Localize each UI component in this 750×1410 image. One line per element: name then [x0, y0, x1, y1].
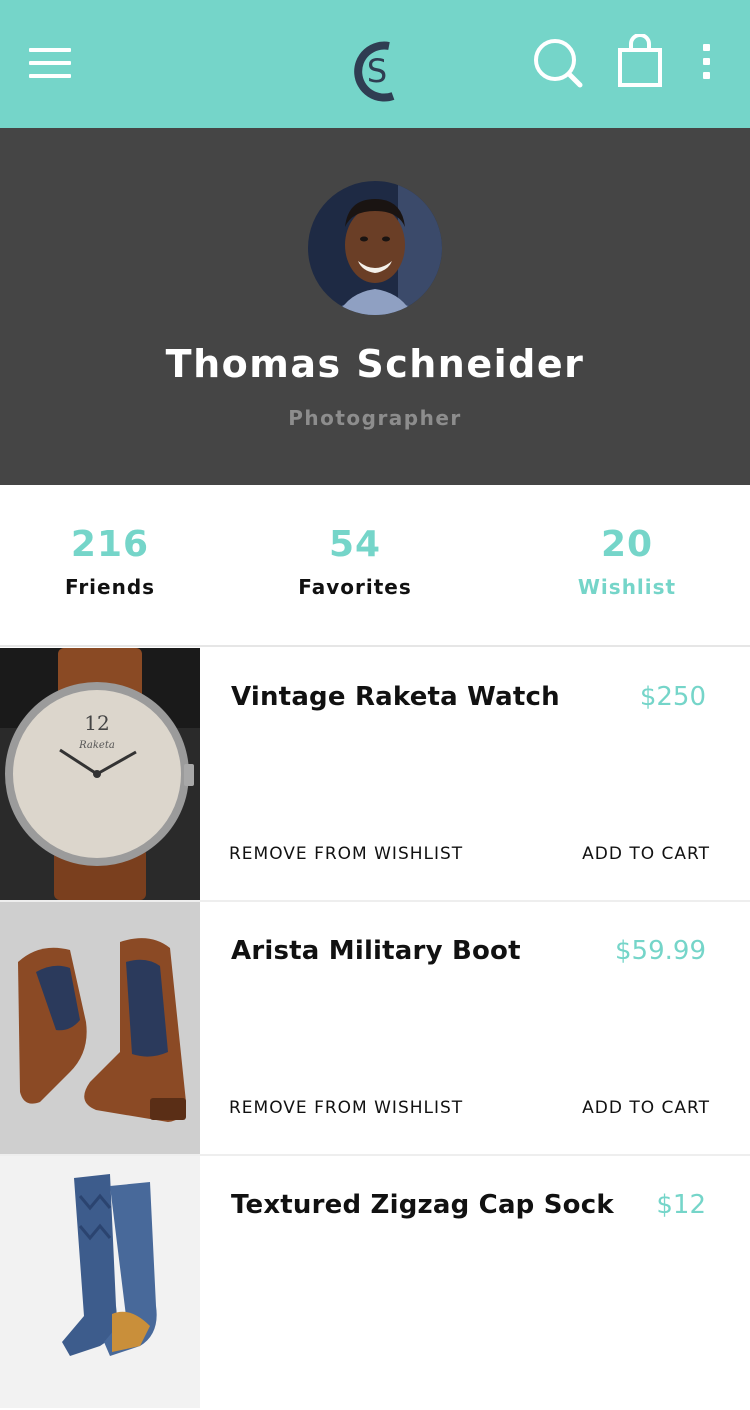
more-vertical-icon[interactable] — [700, 44, 714, 84]
product-title[interactable]: Textured Zigzag Cap Sock — [231, 1190, 614, 1220]
product-title[interactable]: Vintage Raketa Watch — [231, 682, 560, 712]
stats-bar: 216 Friends 54 Favorites 20 Wishlist — [0, 485, 750, 647]
user-avatar[interactable] — [308, 181, 442, 315]
svg-text:S: S — [367, 52, 387, 90]
stat-label: Friends — [64, 575, 156, 599]
stat-count: 54 — [328, 524, 382, 565]
product-price: $59.99 — [615, 936, 706, 966]
list-item: Textured Zigzag Cap Sock $12 — [0, 1156, 750, 1410]
svg-text:Raketa: Raketa — [78, 740, 115, 751]
shopping-bag-icon[interactable] — [616, 34, 664, 88]
stat-favorites[interactable]: 54 Favorites — [245, 523, 465, 599]
stat-label: Wishlist — [577, 575, 677, 599]
cs-logo-icon[interactable]: S — [349, 38, 405, 102]
stat-count: 216 — [70, 524, 150, 565]
remove-from-wishlist-button[interactable]: REMOVE FROM WISHLIST — [229, 844, 463, 864]
top-app-bar: S — [0, 0, 750, 128]
stat-count: 20 — [600, 524, 654, 565]
profile-name: Thomas Schneider — [165, 342, 585, 386]
add-to-cart-button[interactable]: ADD TO CART — [582, 1098, 710, 1118]
search-icon[interactable] — [533, 38, 583, 88]
stat-friends[interactable]: 216 Friends — [0, 523, 220, 599]
product-title[interactable]: Arista Military Boot — [231, 936, 521, 966]
stat-wishlist[interactable]: 20 Wishlist — [517, 523, 737, 599]
add-to-cart-button[interactable]: ADD TO CART — [582, 844, 710, 864]
product-price: $250 — [639, 682, 706, 712]
profile-header: Thomas Schneider Photographer — [0, 128, 750, 485]
list-item: 12 Raketa Vintage Raketa Watch $250 REMO… — [0, 648, 750, 902]
profile-role: Photographer — [288, 406, 462, 430]
boots-image[interactable] — [0, 902, 200, 1154]
product-price: $12 — [656, 1190, 706, 1220]
remove-from-wishlist-button[interactable]: REMOVE FROM WISHLIST — [229, 1098, 463, 1118]
svg-text:12: 12 — [84, 711, 109, 735]
hamburger-menu-icon[interactable] — [29, 48, 71, 80]
watch-image[interactable]: 12 Raketa — [0, 648, 200, 900]
list-item: Arista Military Boot $59.99 REMOVE FROM … — [0, 902, 750, 1156]
stat-label: Favorites — [298, 575, 412, 599]
socks-image[interactable] — [0, 1156, 200, 1408]
